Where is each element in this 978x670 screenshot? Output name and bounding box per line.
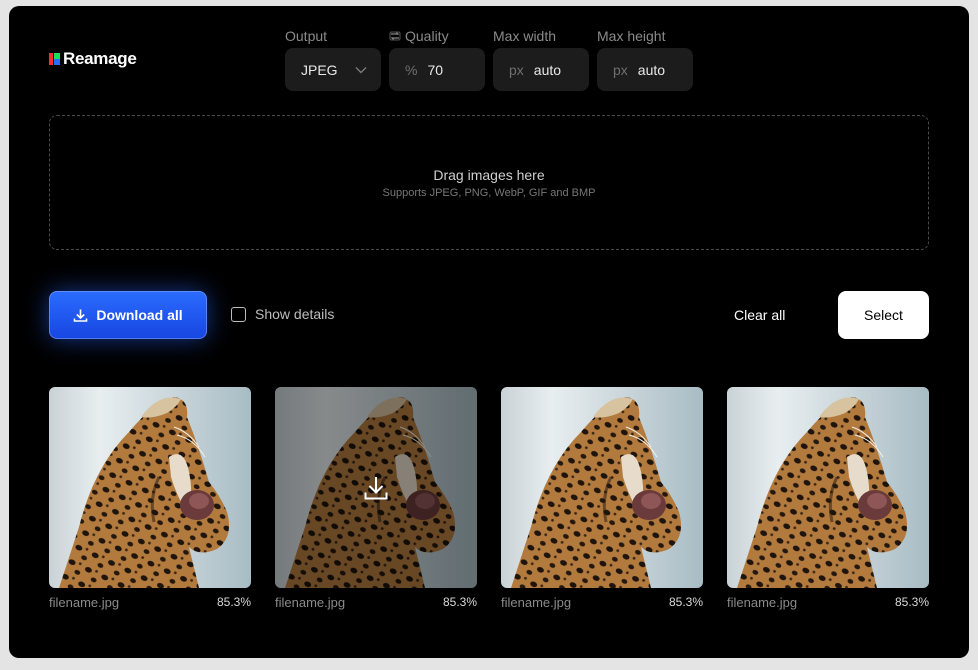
dropzone-subtitle: Supports JPEG, PNG, WebP, GIF and BMP [382,186,596,199]
image-ratio: 85.3% [668,595,703,609]
image-thumbnail[interactable] [275,387,477,588]
image-filename: filename.jpg [49,595,120,610]
image-dropzone[interactable]: Drag images here Supports JPEG, PNG, Web… [49,115,929,250]
quality-icon [389,31,401,41]
quality-field: Quality % 70 [389,26,485,91]
show-details-label: Show details [255,306,335,322]
select-button[interactable]: Select [838,291,929,339]
image-card[interactable]: filename.jpg 85.3% [727,387,929,610]
quality-value: 70 [427,61,444,78]
app-window: Reamage Output JPEG Quality % 70 Max wid… [9,6,969,658]
download-icon [74,309,88,322]
max-height-label: Max height [597,28,666,44]
logo-mark-icon [49,53,61,65]
max-width-unit: px [509,61,524,78]
output-select[interactable]: JPEG [285,48,381,91]
image-filename: filename.jpg [275,595,346,610]
max-width-value: auto [533,61,562,78]
max-height-field: Max height px auto [597,26,693,91]
checkbox-icon[interactable] [231,306,246,322]
quality-input[interactable]: % 70 [389,48,485,91]
download-all-button[interactable]: Download all [49,291,207,339]
max-width-input[interactable]: px auto [493,48,589,91]
image-ratio: 85.3% [442,595,477,609]
image-card[interactable]: filename.jpg 85.3% [49,387,251,610]
image-filename: filename.jpg [727,595,798,610]
dropzone-title: Drag images here [433,166,545,183]
image-thumbnail[interactable] [727,387,929,588]
max-height-unit: px [613,61,628,78]
download-icon[interactable] [363,475,389,501]
max-width-field: Max width px auto [493,26,589,91]
image-filename: filename.jpg [501,595,572,610]
download-all-label: Download all [96,307,183,323]
output-label: Output [285,28,328,44]
app-logo[interactable]: Reamage [49,49,137,69]
clear-all-button[interactable]: Clear all [734,302,785,328]
image-thumbnail[interactable] [49,387,251,588]
image-card[interactable]: filename.jpg 85.3% [501,387,703,610]
max-height-input[interactable]: px auto [597,48,693,91]
app-name: Reamage [63,49,137,68]
quality-label: Quality [405,28,449,44]
output-field: Output JPEG [285,26,381,91]
show-details-toggle[interactable]: Show details [231,306,334,322]
image-card[interactable]: filename.jpg 85.3% [275,387,477,610]
image-ratio: 85.3% [894,595,929,609]
image-ratio: 85.3% [216,595,251,609]
quality-unit: % [405,61,418,78]
output-value: JPEG [301,61,338,78]
download-overlay[interactable] [275,387,477,588]
max-width-label: Max width [493,28,557,44]
image-thumbnail[interactable] [501,387,703,588]
chevron-down-icon [355,66,367,73]
max-height-value: auto [637,61,666,78]
